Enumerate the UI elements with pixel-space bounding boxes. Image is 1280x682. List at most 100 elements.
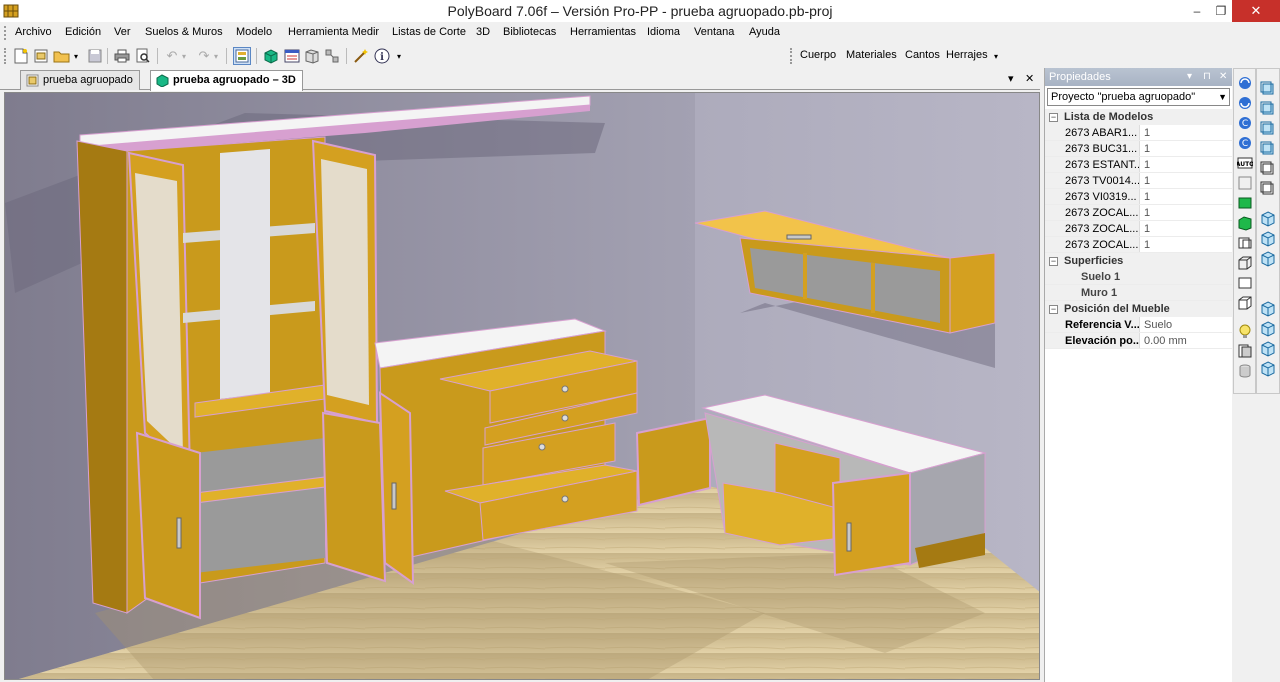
surface-row[interactable]: Muro 1 bbox=[1045, 285, 1232, 301]
model-row[interactable]: 2673 TV0014... 1 bbox=[1045, 173, 1232, 189]
open-dropdown-icon[interactable]: ▾ bbox=[71, 47, 81, 65]
panel-dropdown-icon[interactable]: ▾ bbox=[1187, 68, 1192, 86]
section-surfaces[interactable]: − Superficies bbox=[1045, 253, 1232, 269]
iso-sw-icon[interactable] bbox=[1260, 301, 1276, 317]
cabinet-icon[interactable] bbox=[303, 47, 321, 65]
menu-ventana[interactable]: Ventana bbox=[694, 26, 734, 38]
model-row[interactable]: 2673 ZOCAL... 1 bbox=[1045, 221, 1232, 237]
cut-list-icon[interactable] bbox=[283, 47, 301, 65]
view-back-icon[interactable] bbox=[1260, 121, 1276, 137]
panel-close-icon[interactable]: ✕ bbox=[1219, 68, 1227, 86]
menu-idioma[interactable]: Idioma bbox=[647, 26, 680, 38]
position-row[interactable]: Elevación po... 0.00 mm bbox=[1045, 333, 1232, 349]
model-row[interactable]: 2673 BUC31... 1 bbox=[1045, 141, 1232, 157]
menu-ayuda[interactable]: Ayuda bbox=[749, 26, 780, 38]
3d-view-icon[interactable] bbox=[262, 47, 280, 65]
box-outline-icon[interactable] bbox=[1237, 235, 1253, 251]
collapse-icon[interactable]: − bbox=[1049, 257, 1058, 266]
iso-nw-icon[interactable] bbox=[1260, 231, 1276, 247]
iso-box-icon[interactable] bbox=[1237, 295, 1253, 311]
collapse-icon[interactable]: − bbox=[1049, 113, 1058, 122]
toolbar2-grip[interactable] bbox=[790, 48, 793, 64]
iso-alt1-icon[interactable] bbox=[1260, 321, 1276, 337]
save-icon[interactable] bbox=[86, 47, 104, 65]
view-right-icon[interactable] bbox=[1260, 161, 1276, 177]
3d-viewport[interactable] bbox=[4, 92, 1040, 680]
cuerpo-button[interactable]: Cuerpo bbox=[800, 49, 836, 61]
cube-top-icon[interactable] bbox=[1237, 175, 1253, 191]
tab-3d-view[interactable]: prueba agruopado – 3D bbox=[150, 70, 303, 91]
toolbar-overflow-icon[interactable]: ▾ bbox=[394, 47, 404, 65]
textures-icon[interactable] bbox=[1237, 343, 1253, 359]
section-position[interactable]: − Posición del Mueble bbox=[1045, 301, 1232, 317]
wireframe-box-icon[interactable] bbox=[1237, 255, 1253, 271]
zoom-view-icon[interactable]: C bbox=[1237, 115, 1253, 131]
close-button[interactable]: ✕ bbox=[1232, 0, 1280, 22]
print-icon[interactable] bbox=[113, 47, 131, 65]
magic-wand-icon[interactable] bbox=[352, 47, 370, 65]
menu-3d[interactable]: 3D bbox=[476, 26, 490, 38]
menu-suelos-muros[interactable]: Suelos & Muros bbox=[145, 26, 223, 38]
menu-archivo[interactable]: Archivo bbox=[15, 26, 52, 38]
herrajes-button[interactable]: Herrajes bbox=[946, 49, 988, 61]
info-icon[interactable]: i bbox=[373, 47, 391, 65]
assembly-icon[interactable] bbox=[323, 47, 341, 65]
surface-row[interactable]: Suelo 1 bbox=[1045, 269, 1232, 285]
tab-close-icon[interactable]: ✕ bbox=[1025, 72, 1034, 85]
solid-cube-icon[interactable] bbox=[1237, 215, 1253, 231]
print-preview-icon[interactable] bbox=[134, 47, 152, 65]
section-models[interactable]: − Lista de Modelos bbox=[1045, 109, 1232, 125]
cylinder-icon[interactable] bbox=[1237, 363, 1253, 379]
menu-listas-corte[interactable]: Listas de Corte bbox=[392, 26, 466, 38]
iso-se-icon[interactable] bbox=[1260, 251, 1276, 267]
rotate-view-icon[interactable] bbox=[1237, 75, 1253, 91]
view-left-icon[interactable] bbox=[1260, 141, 1276, 157]
menu-bibliotecas[interactable]: Bibliotecas bbox=[503, 26, 556, 38]
main-toolbar: ▾ ↶ ▾ ↷ ▾ i ▾ Cuerpo Materiales Cantos H… bbox=[0, 44, 1280, 68]
properties-toggle-icon[interactable] bbox=[233, 47, 251, 65]
iso-alt2-icon[interactable] bbox=[1260, 341, 1276, 357]
open-folder-icon[interactable] bbox=[53, 47, 71, 65]
project-select[interactable]: Proyecto "prueba agruopado" ▼ bbox=[1047, 88, 1230, 106]
menu-edicion[interactable]: Edición bbox=[65, 26, 101, 38]
iso-ne-icon[interactable] bbox=[1260, 211, 1276, 227]
lightbulb-icon[interactable] bbox=[1237, 323, 1253, 339]
cantos-button[interactable]: Cantos bbox=[905, 49, 940, 61]
properties-panel: Propiedades ▾ ⊓ ✕ Proyecto "prueba agruo… bbox=[1044, 68, 1232, 682]
tab-list-dropdown-icon[interactable]: ▾ bbox=[1008, 72, 1014, 85]
orbit-view-icon[interactable] bbox=[1237, 95, 1253, 111]
svg-text:i: i bbox=[380, 52, 384, 63]
iso-alt3-icon[interactable] bbox=[1260, 361, 1276, 377]
collapse-icon[interactable]: − bbox=[1049, 305, 1058, 314]
menu-herramientas[interactable]: Herramientas bbox=[570, 26, 636, 38]
model-row[interactable]: 2673 ESTANT... 1 bbox=[1045, 157, 1232, 173]
undo-dropdown-icon[interactable]: ▾ bbox=[179, 47, 189, 65]
menu-ver[interactable]: Ver bbox=[114, 26, 131, 38]
front-box-icon[interactable] bbox=[1237, 275, 1253, 291]
position-row[interactable]: Referencia V... Suelo bbox=[1045, 317, 1232, 333]
view-top-icon[interactable] bbox=[1260, 81, 1276, 97]
menubar-grip[interactable] bbox=[4, 26, 7, 40]
pan-view-icon[interactable]: C bbox=[1237, 135, 1253, 151]
model-row[interactable]: 2673 VI0319... 1 bbox=[1045, 189, 1232, 205]
auto-view-icon[interactable]: AUTO bbox=[1237, 155, 1253, 171]
view-bottom-icon[interactable] bbox=[1260, 181, 1276, 197]
model-row[interactable]: 2673 ZOCAL... 1 bbox=[1045, 237, 1232, 253]
toolbar2-overflow-icon[interactable]: ▾ bbox=[991, 47, 1001, 65]
wall-cabinet-handle bbox=[786, 234, 812, 240]
materiales-button[interactable]: Materiales bbox=[846, 49, 897, 61]
tab-2d-plan[interactable]: prueba agruopado bbox=[20, 70, 140, 90]
drawer-2-knob bbox=[561, 414, 569, 422]
model-row[interactable]: 2673 ABAR1... 1 bbox=[1045, 125, 1232, 141]
solid-green-icon[interactable] bbox=[1237, 195, 1253, 211]
view-front-icon[interactable] bbox=[1260, 101, 1276, 117]
toolbar-grip[interactable] bbox=[4, 48, 7, 64]
redo-dropdown-icon[interactable]: ▾ bbox=[211, 47, 221, 65]
new-file-icon[interactable] bbox=[12, 47, 30, 65]
menu-herramienta-medir[interactable]: Herramienta Medir bbox=[288, 26, 379, 38]
model-row[interactable]: 2673 ZOCAL... 1 bbox=[1045, 205, 1232, 221]
new-project-icon[interactable] bbox=[32, 47, 50, 65]
plan-doc-icon bbox=[26, 74, 39, 87]
panel-pin-icon[interactable]: ⊓ bbox=[1203, 68, 1211, 86]
menu-modelo[interactable]: Modelo bbox=[236, 26, 272, 38]
